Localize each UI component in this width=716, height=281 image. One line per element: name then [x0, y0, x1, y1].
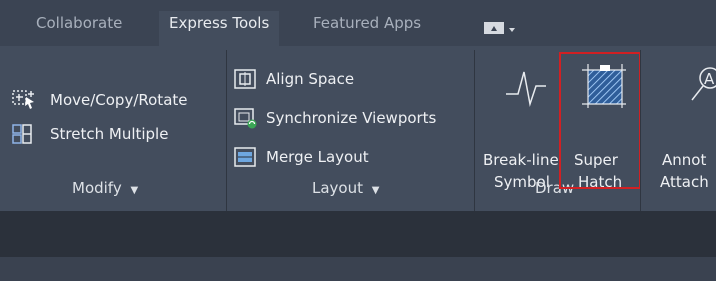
document-area: [0, 211, 716, 257]
merge-layout-icon: [234, 146, 258, 172]
break-line-icon: [506, 71, 546, 107]
synchronize-viewports-button[interactable]: Synchronize Viewports: [266, 108, 436, 128]
modify-panel-label: Modify: [72, 179, 122, 197]
tab-express-tools[interactable]: Express Tools: [159, 11, 280, 46]
synchronize-viewports-icon: [234, 107, 258, 133]
chevron-down-icon: ▼: [130, 185, 139, 196]
merge-layout-button[interactable]: Merge Layout: [266, 147, 369, 167]
align-space-icon: [234, 68, 258, 94]
layout-panel-label: Layout: [312, 179, 363, 197]
chevron-down-icon: ▼: [371, 185, 380, 196]
move-copy-rotate-icon: [12, 88, 38, 116]
panel-divider: [474, 50, 475, 212]
break-line-symbol-button[interactable]: Break-line Symbol: [482, 56, 568, 191]
annotation-attach-label-2[interactable]: Attach: [660, 172, 709, 192]
svg-text:A: A: [704, 70, 715, 88]
modify-panel-title[interactable]: Modify ▼: [72, 179, 138, 197]
panel-divider: [640, 50, 641, 212]
stretch-multiple-button[interactable]: Stretch Multiple: [50, 124, 168, 144]
panel-toggle-icon: [484, 22, 515, 34]
align-space-button[interactable]: Align Space: [266, 69, 354, 89]
file-tab-strip: [0, 257, 716, 281]
layout-panel-title[interactable]: Layout ▼: [312, 179, 379, 197]
annotation-attach-icon: A: [690, 66, 716, 110]
stretch-multiple-icon: [12, 122, 38, 150]
tab-featured-apps[interactable]: Featured Apps: [313, 13, 421, 46]
move-copy-rotate-button[interactable]: Move/Copy/Rotate: [50, 90, 188, 110]
ribbon-display-options-button[interactable]: [483, 19, 523, 43]
break-line-label: Break-line: [483, 151, 559, 169]
tab-collaborate[interactable]: Collaborate: [36, 13, 122, 46]
highlight-box: [559, 52, 641, 189]
annotation-attach-label-1[interactable]: Annot: [662, 150, 706, 170]
panel-divider: [226, 50, 227, 212]
ribbon-tab-bar: Collaborate Express Tools Featured Apps: [0, 0, 716, 46]
